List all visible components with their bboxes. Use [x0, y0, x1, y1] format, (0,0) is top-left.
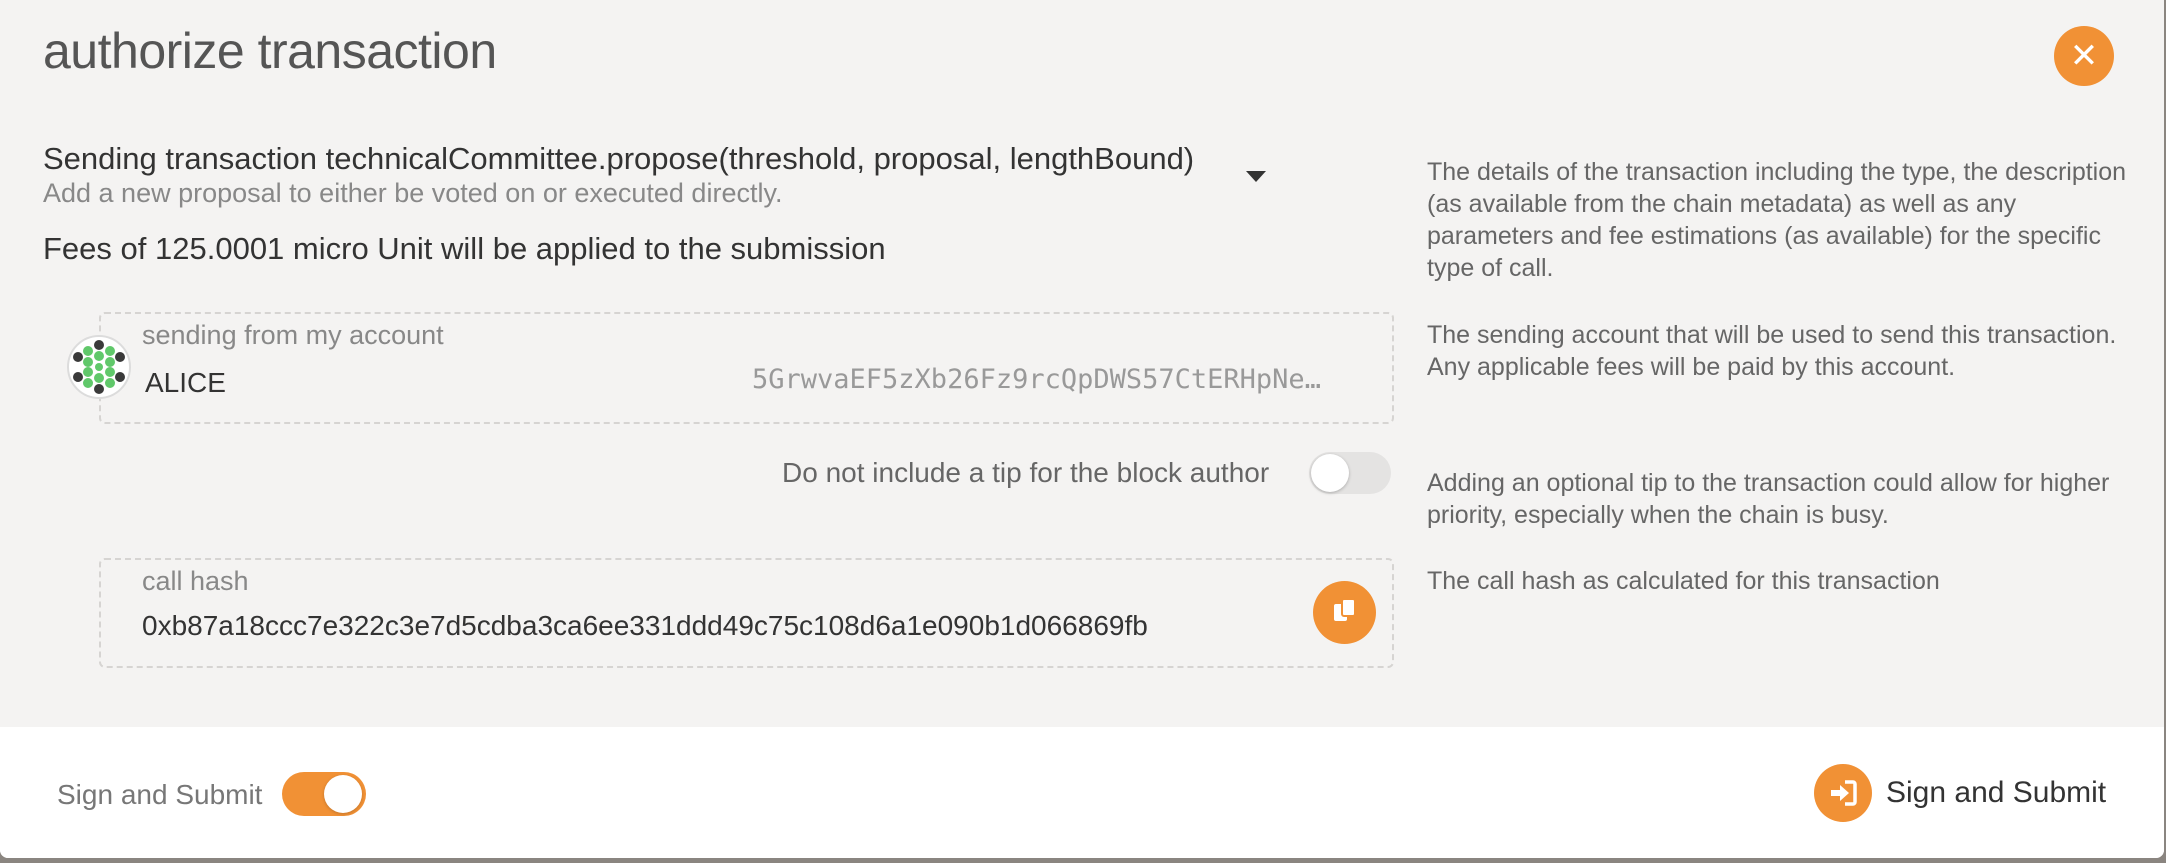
- tip-toggle-label: Do not include a tip for the block autho…: [782, 457, 1270, 488]
- account-name: ALICE: [145, 367, 226, 398]
- sign-in-icon: [1814, 764, 1872, 822]
- chevron-down-icon[interactable]: [1246, 171, 1266, 182]
- toggle-knob: [324, 775, 362, 813]
- copy-button[interactable]: [1313, 581, 1376, 644]
- sign-and-submit-button[interactable]: Sign and Submit: [1814, 764, 2106, 822]
- sign-and-submit-label: Sign and Submit: [1886, 776, 2107, 809]
- account-address: 5GrwvaEF5zXb26Fz9rcQpDWS57CtERHpNehXC…: [752, 364, 1332, 395]
- call-hash-help-text: The call hash as calculated for this tra…: [1427, 567, 1940, 595]
- close-button[interactable]: ✕: [2054, 26, 2114, 86]
- call-hash-label: call hash: [142, 566, 249, 596]
- sign-submit-toggle[interactable]: [282, 772, 366, 816]
- call-hash-value: 0xb87a18ccc7e322c3e7d5cdba3ca6ee331ddd49…: [142, 610, 1148, 641]
- copy-icon: [1330, 595, 1360, 630]
- tip-toggle[interactable]: [1309, 452, 1391, 494]
- transaction-help-text: The details of the transaction including…: [1427, 158, 2127, 282]
- tip-help-text: Adding an optional tip to the transactio…: [1427, 469, 2110, 529]
- transaction-call-summary[interactable]: Sending transaction technicalCommittee.p…: [43, 141, 1194, 177]
- fee-estimate: Fees of 125.0001 micro Unit will be appl…: [43, 231, 886, 266]
- authorize-transaction-modal: authorize transaction ✕ Sending transact…: [0, 0, 2164, 858]
- account-field-label: sending from my account: [142, 320, 444, 350]
- account-identicon: [67, 335, 131, 399]
- transaction-description: Add a new proposal to either be voted on…: [43, 178, 783, 208]
- sign-submit-toggle-label: Sign and Submit: [57, 779, 263, 810]
- account-help-text: The sending account that will be used to…: [1427, 321, 2117, 381]
- modal-title: authorize transaction: [43, 23, 497, 79]
- toggle-knob: [1311, 454, 1349, 492]
- close-icon: ✕: [2069, 37, 2099, 75]
